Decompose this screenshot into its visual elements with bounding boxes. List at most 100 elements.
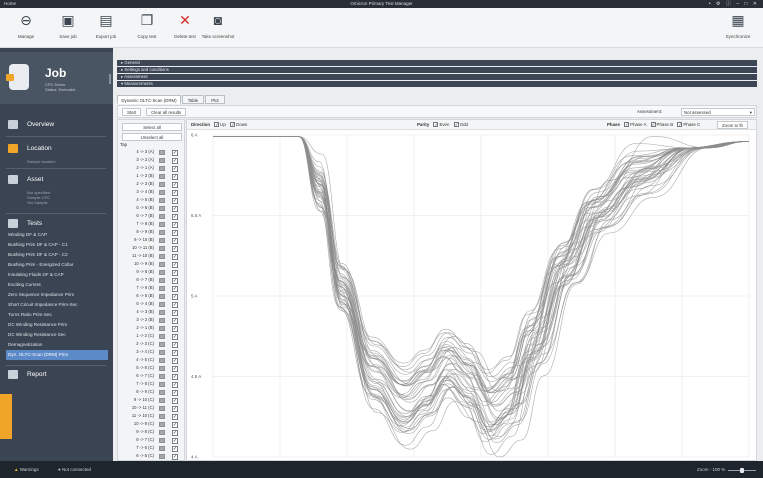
tap-color-swatch[interactable] [159,398,165,403]
tap-color-swatch[interactable] [159,214,165,219]
test-item-bushing-c2[interactable]: Bushing Prim DF & CAP - C2 [6,250,108,260]
tap-row[interactable]: 10 -> 9 (B) ✓ [120,260,184,268]
tap-row[interactable]: 9 -> 10 (B) ✓ [120,236,184,244]
take-screenshot-button[interactable]: ◙ Take screenshot [198,12,238,39]
tap-color-swatch[interactable] [159,382,165,387]
tap-color-swatch[interactable] [159,286,165,291]
tap-color-swatch[interactable] [159,318,165,323]
tap-row[interactable]: 1 -> 2 (B) ✓ [120,172,184,180]
start-button[interactable]: Start [122,108,142,116]
oltc-current-plot[interactable]: 6 A 5.5 A 5 A 4.5 A 4 A [187,131,756,461]
tap-color-swatch[interactable] [159,326,165,331]
tap-checkbox[interactable]: ✓ [172,189,178,196]
tap-checkbox[interactable]: ✓ [172,213,178,220]
tap-row[interactable]: 6 -> 5 (C) ✓ [120,452,184,460]
test-item-bushing-c1[interactable]: Bushing Prim DF & CAP - C1 [6,240,108,250]
tap-checkbox[interactable]: ✓ [172,445,178,452]
tap-checkbox[interactable]: ✓ [172,277,178,284]
tap-checkbox[interactable]: ✓ [172,157,178,164]
tap-checkbox[interactable]: ✓ [172,389,178,396]
phase-a-checkbox[interactable]: ✓ [624,122,630,128]
tap-row[interactable]: 4 -> 5 (C) ✓ [120,356,184,364]
tap-color-swatch[interactable] [159,350,165,355]
tap-checkbox[interactable]: ✓ [172,365,178,372]
tap-color-swatch[interactable] [159,358,165,363]
tap-row[interactable]: 11 -> 10 (B) ✓ [120,252,184,260]
tap-row[interactable]: 3 -> 4 (B) ✓ [120,188,184,196]
tap-row[interactable]: 2 -> 3 (B) ✓ [120,180,184,188]
tap-checkbox[interactable]: ✓ [172,149,178,156]
tap-row[interactable]: 2 -> 3 (C) ✓ [120,340,184,348]
tap-row[interactable]: 11 -> 10 (C) ✓ [120,412,184,420]
tap-row[interactable]: 4 -> 5 (B) ✓ [120,196,184,204]
test-item-demagnetization[interactable]: Demagnetization [6,340,108,350]
section-assessment[interactable]: ▸ Assessment [117,74,757,80]
tap-color-swatch[interactable] [159,422,165,427]
tap-color-swatch[interactable] [159,454,165,459]
tap-color-swatch[interactable] [159,166,165,171]
tap-color-swatch[interactable] [159,366,165,371]
sidebar-resize-grip[interactable] [109,74,111,84]
tap-checkbox[interactable]: ✓ [172,341,178,348]
tap-color-swatch[interactable] [159,302,165,307]
synchronize-button[interactable]: ▦ Synchronize [718,12,758,39]
tap-row[interactable]: 6 -> 7 (B) ✓ [120,212,184,220]
tap-checkbox[interactable]: ✓ [172,221,178,228]
tap-row[interactable]: 9 -> 8 (C) ✓ [120,428,184,436]
tap-color-swatch[interactable] [159,262,165,267]
test-item-exciting-current[interactable]: Exciting Current [6,280,108,290]
tap-row[interactable]: 9 -> 10 (C) ✓ [120,396,184,404]
tap-color-swatch[interactable] [159,406,165,411]
tap-color-swatch[interactable] [159,206,165,211]
warnings-indicator[interactable]: ▲ Warnings [14,467,39,472]
tap-color-swatch[interactable] [159,174,165,179]
tap-row[interactable]: 7 -> 8 (C) ✓ [120,380,184,388]
copy-test-button[interactable]: ❐ Copy test [127,12,167,39]
tap-checkbox[interactable]: ✓ [172,245,178,252]
tap-color-swatch[interactable] [159,190,165,195]
tap-color-swatch[interactable] [159,278,165,283]
tap-row[interactable]: 3 -> 4 (C) ✓ [120,348,184,356]
tap-checkbox[interactable]: ✓ [172,325,178,332]
section-measurements[interactable]: ▾ Measurements [117,81,757,87]
save-job-button[interactable]: ▣ Save job [48,12,88,39]
test-item-winding-df-cap[interactable]: Winding DF & CAP [6,230,108,240]
tap-color-swatch[interactable] [159,254,165,259]
tap-row[interactable]: 7 -> 8 (B) ✓ [120,220,184,228]
tap-color-swatch[interactable] [159,342,165,347]
tap-checkbox[interactable]: ✓ [172,413,178,420]
tap-row[interactable]: 5 -> 6 (C) ✓ [120,364,184,372]
test-item-dc-winding-sec[interactable]: DC Winding Resistance Sec [6,330,108,340]
tap-checkbox[interactable]: ✓ [172,253,178,260]
up-checkbox[interactable]: ✓ [214,122,220,128]
tab-dynamic-oltc-scan[interactable]: Dynamic OLTC-Scan (DRM) [117,95,181,104]
tap-color-swatch[interactable] [159,390,165,395]
tap-checkbox[interactable]: ✓ [172,317,178,324]
tap-checkbox[interactable]: ✓ [172,293,178,300]
manage-button[interactable]: ⊖ Manage [6,12,46,39]
tap-row[interactable]: 4 -> 3 (B) ✓ [120,308,184,316]
zoom-to-fit-button[interactable]: Zoom to fit [717,121,748,129]
tap-row[interactable]: 4 -> 3 (A) ✓ [120,148,184,156]
tap-row[interactable]: 10 -> 11 (B) ✓ [120,244,184,252]
section-general[interactable]: ▸ General [117,60,757,66]
odd-checkbox[interactable]: ✓ [453,122,459,128]
tap-color-swatch[interactable] [159,310,165,315]
tap-checkbox[interactable]: ✓ [172,229,178,236]
tap-checkbox[interactable]: ✓ [172,269,178,276]
tap-checkbox[interactable]: ✓ [172,285,178,292]
zoom-slider-knob[interactable] [740,468,744,473]
tap-row[interactable]: 8 -> 7 (C) ✓ [120,436,184,444]
tap-checkbox[interactable]: ✓ [172,173,178,180]
test-item-short-circuit[interactable]: Short Circuit Impedance Prim-Sec [6,300,108,310]
tap-checkbox[interactable]: ✓ [172,429,178,436]
tap-color-swatch[interactable] [159,430,165,435]
window-controls[interactable]: • ⚙ ⓘ – □ ✕ [709,0,759,7]
test-item-dc-winding-prim[interactable]: DC Winding Resistance Prim [6,320,108,330]
tap-checkbox[interactable]: ✓ [172,357,178,364]
select-all-button[interactable]: Select all [122,123,182,131]
unselect-all-button[interactable]: Unselect all [122,133,182,141]
assessment-select[interactable]: Not assessed ▾ [681,108,755,116]
test-item-dyn-oltc-scan[interactable]: Dyn. OLTC-Scan (DRM) Prim [6,350,108,360]
tap-checkbox[interactable]: ✓ [172,301,178,308]
